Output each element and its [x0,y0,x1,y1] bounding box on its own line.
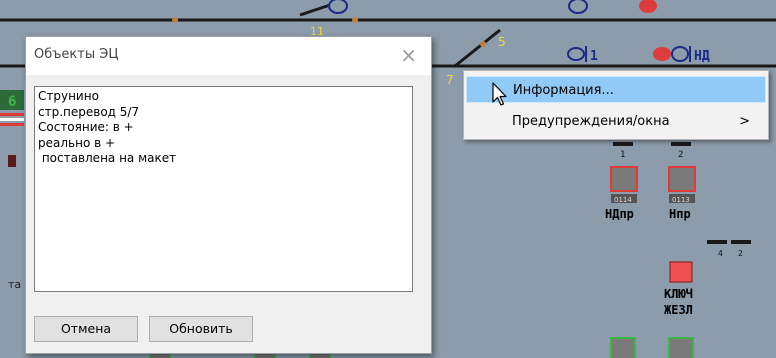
switch-number-5: 5 [498,35,506,49]
signal-1-lamp [567,47,585,61]
switch-line [454,28,501,68]
left-block [8,155,16,167]
update-button[interactable]: Обновить [149,316,253,342]
mouse-pointer-icon [492,82,507,106]
menu-item-info-label: Информация... [513,83,614,98]
left-stripe-red [0,123,24,126]
info-line-placed: поставлена на макет [38,151,177,165]
left-stripe-red [0,113,24,116]
track-number-2: 2 [678,150,683,160]
track-marker [613,142,633,146]
lamp-npr [668,166,696,192]
info-textbox[interactable]: Струнино стр.перевод 5/7 Состояние: в + … [34,86,413,292]
label-npr: Нпр [669,207,691,221]
left-fragment-ta: та [8,278,21,291]
switch-line-2 [299,3,331,17]
switch-dot [172,17,178,23]
menu-item-warnings-label: Предупреждения/окна [512,114,670,129]
track-marker [671,142,691,146]
signal-nd-lamp-red [653,47,671,61]
label-ndpr: НДпр [605,207,634,221]
left-fragment-6: 6 [8,94,16,110]
signal-nd-label: НД [694,49,710,64]
context-menu: Информация... Предупреждения/окна > [463,70,769,140]
code-0114: 0114 [614,196,632,204]
close-icon[interactable]: × [400,43,417,67]
bottom-lamp [668,337,694,358]
cancel-button[interactable]: Отмена [34,316,138,342]
signal-lamp-red [639,0,657,13]
signal-1-label: 1 [590,49,598,64]
left-stripe-white [0,118,24,121]
menu-item-warnings[interactable]: Предупреждения/окна > [466,108,766,135]
info-line-real: реально в + [38,135,116,150]
code-0113: 0113 [672,196,690,204]
key-label-line2: ЖЕЗЛ [664,303,693,317]
signal-lamp [568,0,588,14]
key-lamp [669,261,693,283]
lamp-ndpr [610,166,638,192]
track-number-1: 1 [620,150,625,160]
track-marker [707,240,727,244]
track-mark-2: 2 [738,249,743,258]
bottom-lamp [610,337,636,358]
switch-dot [480,41,486,47]
info-line-station: Струнино [38,89,99,103]
info-line-object: стр.перевод 5/7 [38,104,140,119]
switch-number-7: 7 [446,73,454,87]
track-marker [731,240,751,244]
dialog-title: Объекты ЭЦ [34,47,119,62]
dialog-titlebar[interactable]: Объекты ЭЦ × [26,37,431,75]
objects-dialog: Объекты ЭЦ × Струнино стр.перевод 5/7 Со… [25,36,432,354]
submenu-arrow-icon: > [739,114,750,129]
menu-item-info[interactable]: Информация... [466,76,766,103]
track-mark-4: 4 [718,249,723,258]
signal-nd-lamp [671,46,689,62]
switch-dot [352,17,358,23]
signal-lamp [328,0,348,14]
info-line-state: Состояние: в + [38,120,134,134]
key-label-line1: КЛЮЧ [664,287,693,301]
